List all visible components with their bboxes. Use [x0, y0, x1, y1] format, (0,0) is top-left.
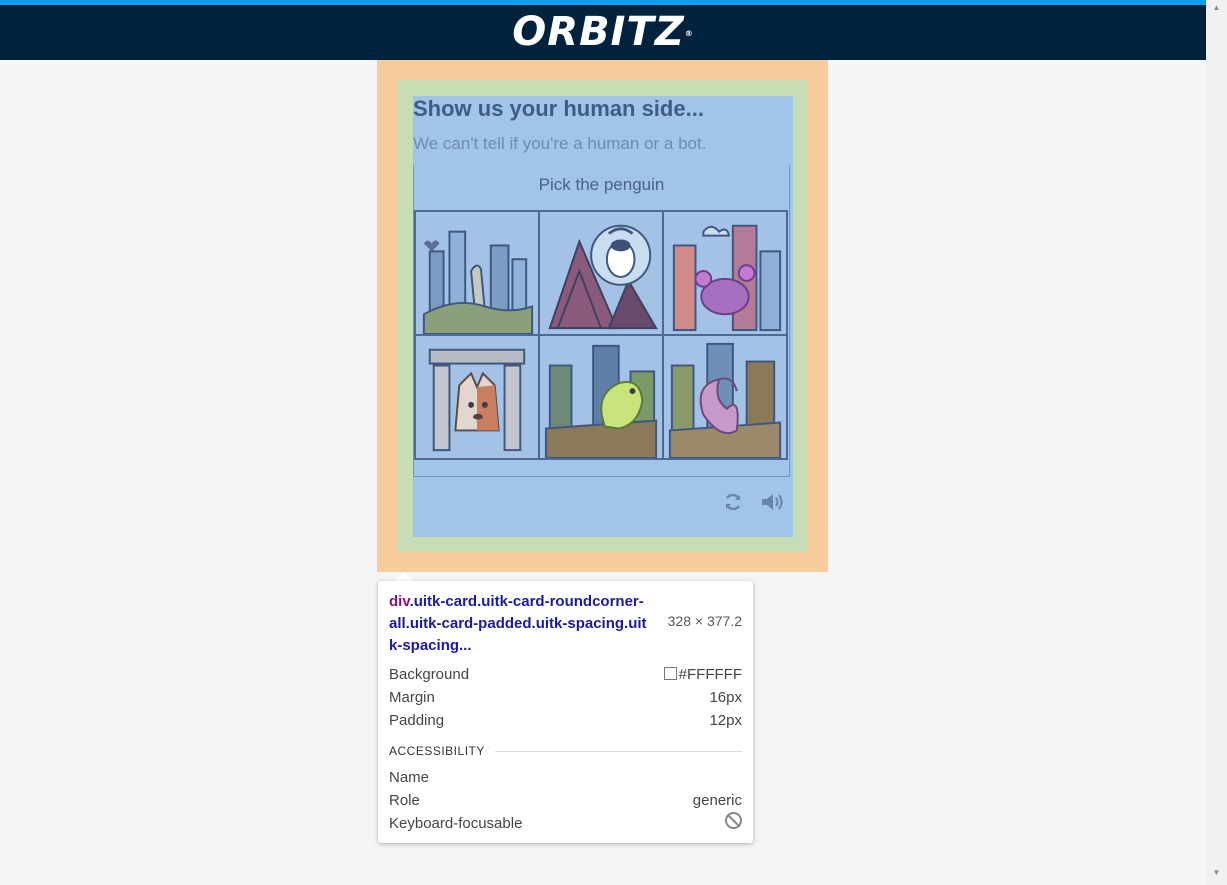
element-tag: div	[389, 593, 410, 610]
city-giraffe-image	[416, 212, 538, 334]
section-divider	[494, 750, 742, 752]
captcha-subtitle: We can't tell if you're a human or a bot…	[413, 134, 707, 153]
header-accent-stripe	[0, 0, 1206, 5]
element-classes: .uitk-card.uitk-card-roundcorner-all.uit…	[389, 593, 647, 654]
prop-label: Padding	[389, 712, 445, 729]
captcha-title: Show us your human side...	[413, 96, 704, 121]
prop-value: 12px	[709, 712, 742, 729]
prop-row-background: Background #FFFFFF	[389, 663, 742, 686]
ruins-dog-image	[416, 336, 538, 458]
prop-value: 16px	[709, 689, 742, 706]
captcha-tile-6[interactable]	[663, 335, 787, 459]
a11y-row-keyboard-focusable: Keyboard-focusable	[389, 812, 742, 835]
a11y-label: Name	[389, 769, 430, 786]
a11y-label: Role	[389, 792, 420, 809]
color-swatch-icon	[663, 667, 677, 680]
prop-label: Background	[389, 666, 470, 683]
city-bird-image	[664, 336, 786, 458]
captcha-tile-2[interactable]	[539, 211, 663, 335]
penguin-building-image	[540, 212, 662, 334]
logo-text: ORBITZ	[512, 9, 685, 55]
captcha-tile-5[interactable]	[539, 335, 663, 459]
accessibility-section-heading: ACCESSIBILITY	[389, 742, 742, 760]
element-selector: div.uitk-card.uitk-card-roundcorner-all.…	[389, 591, 647, 657]
prop-row-padding: Padding 12px	[389, 709, 742, 732]
captcha-image-grid	[414, 210, 788, 460]
captcha-tile-3[interactable]	[663, 211, 787, 335]
logo-registered-mark: ®	[684, 29, 694, 38]
a11y-label: Keyboard-focusable	[389, 815, 523, 832]
reload-icon[interactable]	[720, 489, 746, 515]
tooltip-caret	[395, 572, 413, 581]
captcha-tile-4[interactable]	[415, 335, 539, 459]
captcha-prompt: Pick the penguin	[538, 175, 665, 194]
not-focusable-icon	[725, 812, 742, 829]
element-dimensions: 328 × 377.2	[667, 613, 742, 629]
vertical-scrollbar[interactable]: ▲ ▼	[1206, 0, 1227, 885]
a11y-row-role: Role generic	[389, 789, 742, 812]
prop-value: #FFFFFF	[678, 666, 742, 683]
audio-icon[interactable]	[760, 489, 786, 515]
captcha-tile-1[interactable]	[415, 211, 539, 335]
accessibility-heading-text: ACCESSIBILITY	[389, 744, 485, 758]
scroll-down-arrow-icon[interactable]: ▼	[1206, 865, 1227, 881]
a11y-row-name: Name	[389, 766, 742, 789]
prop-label: Margin	[389, 689, 435, 706]
site-header: ORBITZ®	[0, 0, 1206, 60]
scroll-up-arrow-icon[interactable]: ▲	[1206, 0, 1227, 16]
orbitz-logo[interactable]: ORBITZ®	[0, 9, 1206, 55]
captcha-controls	[720, 489, 786, 515]
city-squirrel-image	[540, 336, 662, 458]
city-crab-image	[664, 212, 786, 334]
a11y-value: generic	[692, 792, 742, 809]
prop-row-margin: Margin 16px	[389, 686, 742, 709]
devtools-inspect-tooltip: div.uitk-card.uitk-card-roundcorner-all.…	[378, 581, 753, 843]
